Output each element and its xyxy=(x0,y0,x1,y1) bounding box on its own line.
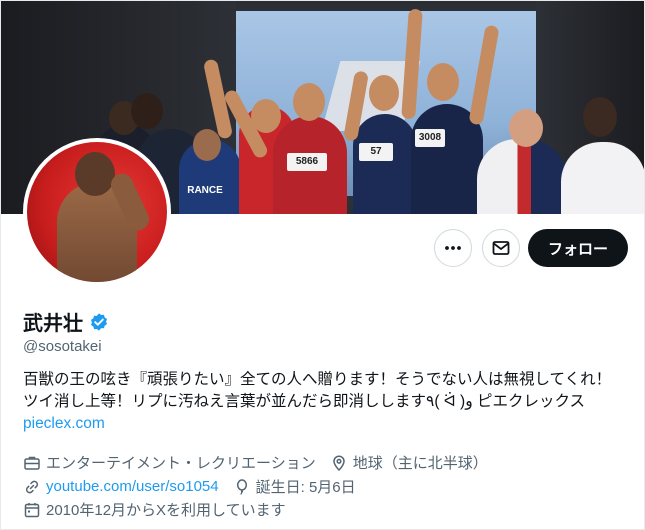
profile-name: 武井壮 xyxy=(23,313,83,335)
banner-athlete-head xyxy=(583,97,617,137)
banner-athlete-head xyxy=(427,63,459,101)
profile-meta-row: 2010年12月からXを利用しています xyxy=(23,499,300,520)
profile-location-label: 地球（主に北半球） xyxy=(352,455,488,472)
banner-athlete-head xyxy=(369,75,399,111)
link-icon xyxy=(25,480,39,493)
banner-bib: 5866 xyxy=(287,153,327,171)
balloon-icon xyxy=(236,478,247,495)
banner-athlete-head xyxy=(293,83,325,121)
banner-athlete xyxy=(477,139,567,214)
profile-joined: 2010年12月からXを利用しています xyxy=(23,499,286,520)
bio-link[interactable]: pieclex.com xyxy=(23,415,105,432)
more-button[interactable] xyxy=(434,229,472,267)
message-button[interactable] xyxy=(482,229,520,267)
more-horizontal-icon xyxy=(445,246,461,250)
banner-athlete-head xyxy=(131,93,163,129)
profile-birthday: 誕生日: 5月6日 xyxy=(233,476,356,497)
profile-handle: @sosotakei xyxy=(23,338,102,355)
profile-name-row: 武井壮 xyxy=(23,307,109,336)
envelope-icon xyxy=(492,241,510,255)
profile-meta-row: エンターテイメント・レクリエーション 地球（主に北半球） xyxy=(23,452,502,473)
banner-bib: 3008 xyxy=(415,129,445,147)
banner-bib: 57 xyxy=(359,143,393,161)
profile-bio: 百獣の王の呟き『頑張りたい』全ての人へ贈ります！そうでない人は無視してくれ！ツイ… xyxy=(23,369,623,435)
profile-joined-label: 2010年12月からXを利用しています xyxy=(46,502,286,519)
follow-button[interactable]: フォロー xyxy=(528,229,628,267)
profile-location: 地球（主に北半球） xyxy=(330,452,488,473)
profile-website[interactable]: youtube.com/user/so1054 xyxy=(23,478,219,496)
banner-shirt-text: RANCE xyxy=(187,185,223,196)
profile-birthday-label: 誕生日: 5月6日 xyxy=(255,479,356,496)
profile-meta-row: youtube.com/user/so1054 誕生日: 5月6日 xyxy=(23,476,370,497)
banner-athlete-head xyxy=(193,129,221,161)
profile-website-link[interactable]: youtube.com/user/so1054 xyxy=(46,478,219,495)
calendar-icon xyxy=(24,502,40,517)
profile-page: RANCE 5866 57 3008 フォロー 武井壮 @sosotakei 百… xyxy=(0,0,645,530)
avatar-figure-head xyxy=(75,152,115,196)
banner-athlete-head xyxy=(509,109,543,147)
banner-athlete xyxy=(353,114,417,214)
banner-athlete xyxy=(561,142,644,214)
profile-category: エンターテイメント・レクリエーション xyxy=(23,452,316,473)
location-pin-icon xyxy=(332,455,345,471)
verified-badge-icon[interactable] xyxy=(89,312,109,332)
bio-text: 百獣の王の呟き『頑張りたい』全ての人へ贈ります！そうでない人は無視してくれ！ツイ… xyxy=(23,371,612,410)
briefcase-icon xyxy=(24,456,40,470)
profile-category-label: エンターテイメント・レクリエーション xyxy=(46,455,316,472)
profile-avatar[interactable] xyxy=(23,138,171,286)
